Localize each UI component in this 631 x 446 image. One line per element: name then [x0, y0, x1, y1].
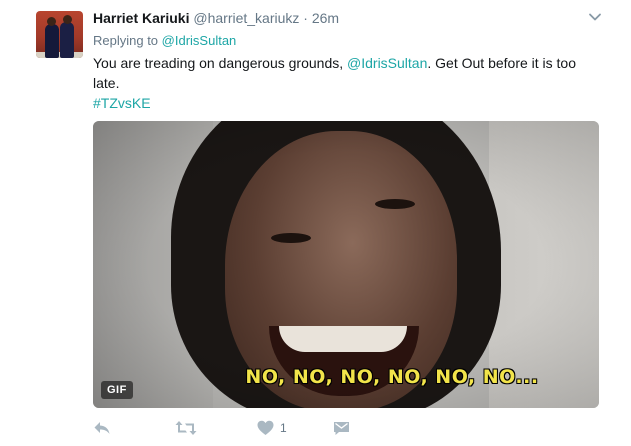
like-button[interactable]: 1 [257, 418, 287, 438]
retweet-icon [175, 421, 197, 435]
gif-caption: NO, NO, NO, NO, NO, NO... [245, 366, 539, 388]
timestamp[interactable]: 26m [312, 10, 339, 26]
tweet-header: Harriet Kariuki @harriet_kariukz · 26m [93, 9, 339, 27]
tweet-text-part: You are treading on dangerous grounds, [93, 55, 348, 71]
avatar-head [63, 15, 72, 24]
reply-button[interactable] [93, 418, 111, 438]
tweet[interactable]: Harriet Kariuki @harriet_kariukz · 26m R… [0, 0, 631, 446]
direct-message-button[interactable] [333, 418, 350, 438]
tweet-text: You are treading on dangerous grounds, @… [93, 54, 603, 93]
reply-icon [94, 422, 110, 434]
retweet-button[interactable] [175, 418, 197, 438]
media-vignette [93, 121, 599, 408]
author-handle[interactable]: @harriet_kariukz [193, 10, 299, 26]
direct-message-icon [334, 422, 349, 435]
gif-media[interactable]: NO, NO, NO, NO, NO, NO... GIF [93, 121, 599, 408]
avatar-figure [45, 24, 59, 58]
replying-prefix: Replying to [93, 33, 162, 48]
avatar-figure [60, 22, 74, 58]
hashtag-link[interactable]: #TZvsKE [93, 94, 151, 113]
heart-icon [257, 420, 274, 435]
replying-to-mention[interactable]: @IdrisSultan [162, 33, 237, 48]
avatar-head [47, 17, 56, 26]
like-count: 1 [280, 421, 287, 435]
mention-link[interactable]: @IdrisSultan [347, 55, 427, 71]
replying-to: Replying to @IdrisSultan [93, 33, 236, 49]
avatar[interactable] [36, 11, 83, 58]
author-name[interactable]: Harriet Kariuki [93, 10, 189, 26]
gif-badge: GIF [101, 381, 133, 399]
separator: · [303, 10, 308, 26]
chevron-down-icon[interactable] [588, 10, 602, 24]
